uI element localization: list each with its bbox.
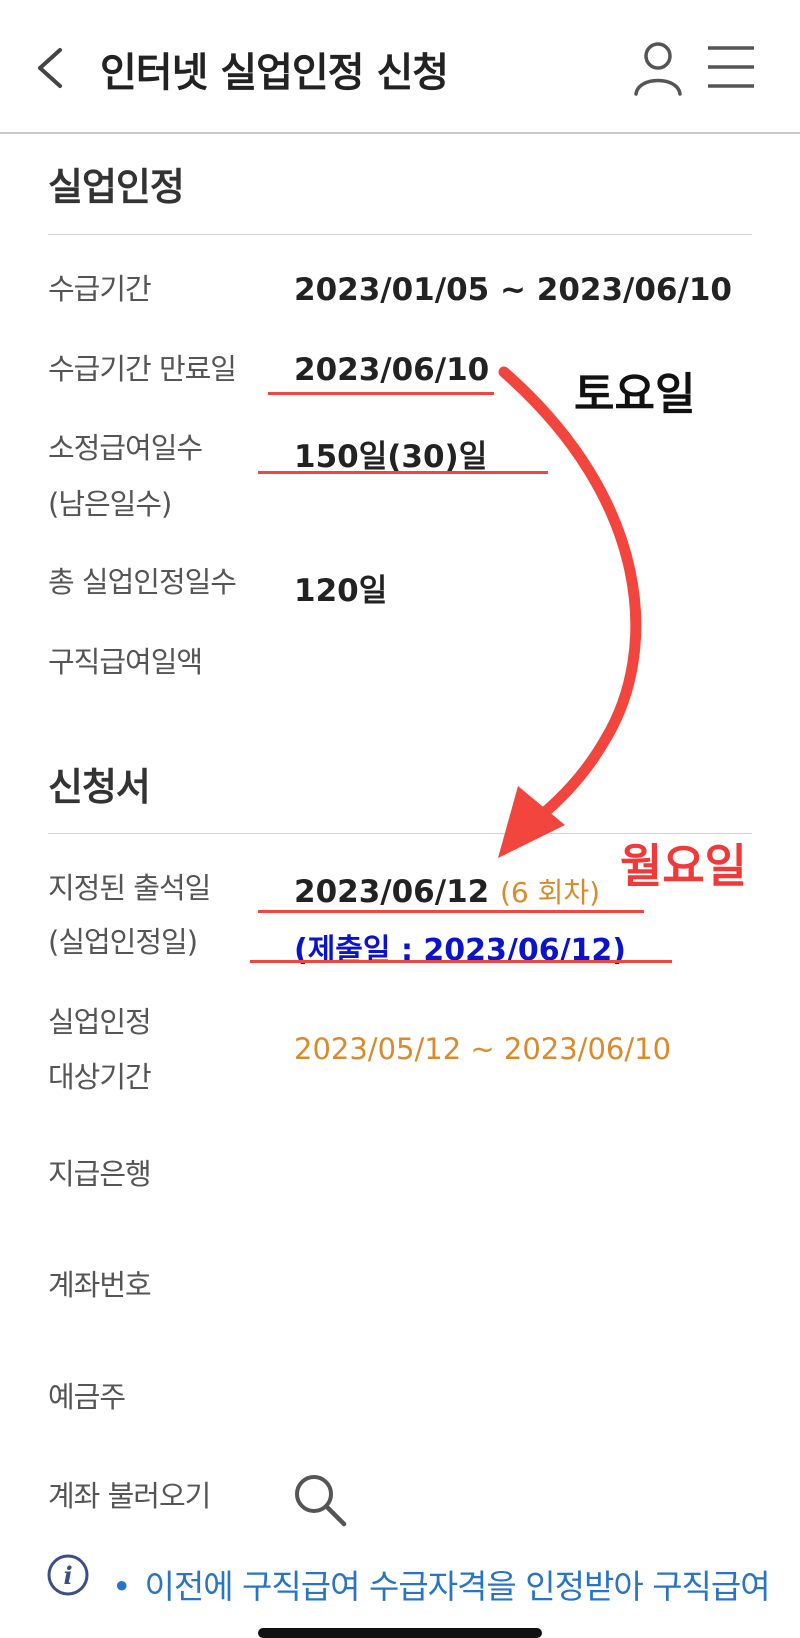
notice-bullet: • <box>112 1567 131 1606</box>
svg-text:i: i <box>63 1561 72 1590</box>
annotation-arrow <box>498 366 642 858</box>
saturday-annotation: 토요일 <box>574 369 696 420</box>
monday-annotation: 월요일 <box>620 839 747 893</box>
notice-text: • 이전에 구직급여 수급자격을 인정받아 구직급여 <box>112 1560 771 1608</box>
info-icon: i <box>46 1553 90 1597</box>
home-indicator[interactable] <box>258 1628 542 1638</box>
notice-line: 이전에 구직급여 수급자격을 인정받아 구직급여 <box>144 1567 770 1606</box>
